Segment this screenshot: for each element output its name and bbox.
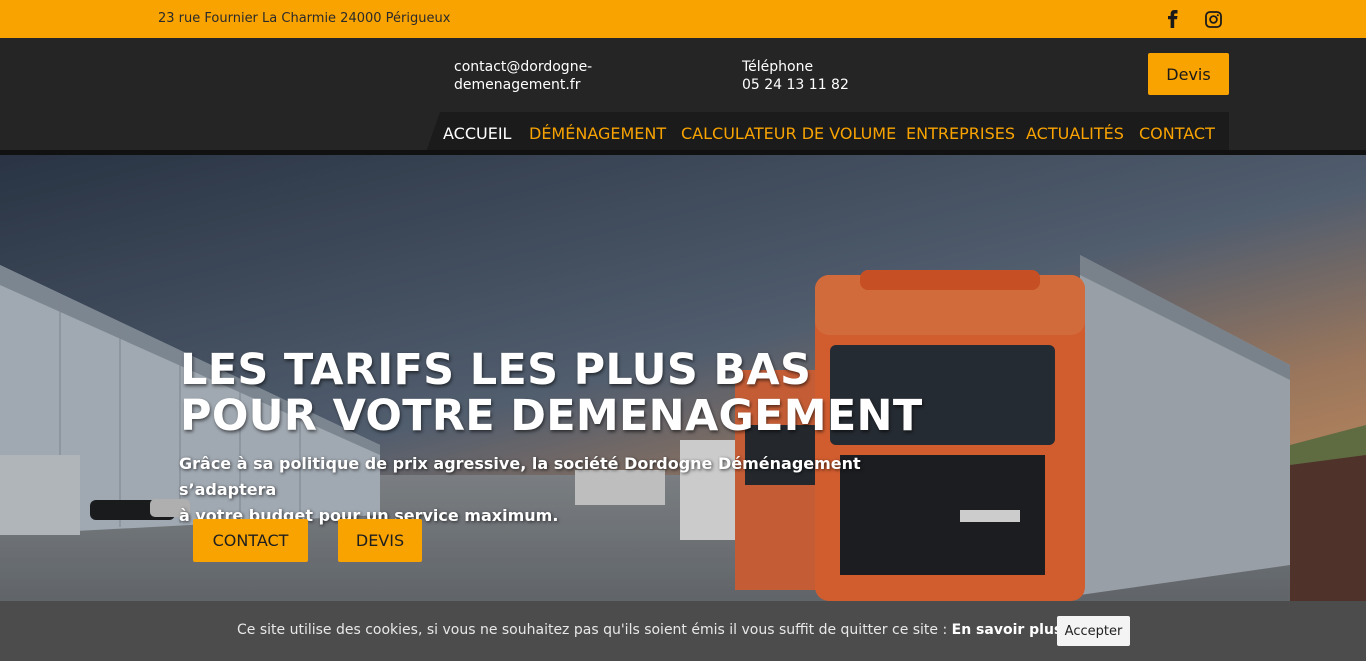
site-header: contact@dordogne-demenagement.fr Télépho… <box>0 38 1366 154</box>
nav-item-contact[interactable]: CONTACT <box>1139 124 1215 143</box>
nav-item-accueil[interactable]: ACCUEIL <box>443 124 511 143</box>
nav-item-demenagement[interactable]: DÉMÉNAGEMENT <box>529 124 666 143</box>
cookie-message-text: Ce site utilise des cookies, si vous ne … <box>237 622 952 638</box>
cookie-banner: Ce site utilise des cookies, si vous ne … <box>0 601 1366 661</box>
phone-label: Téléphone <box>742 59 814 75</box>
cookie-accept-button[interactable]: Accepter <box>1057 616 1130 646</box>
hero-title-line-2: POUR VOTRE DEMENAGEMENT <box>180 391 923 441</box>
phone-block: Téléphone 05 24 13 11 82 <box>742 58 849 94</box>
nav-item-actualites[interactable]: ACTUALITÉS <box>1026 124 1124 143</box>
phone-number-link[interactable]: 05 24 13 11 82 <box>742 76 849 94</box>
nav-item-calculateur-de-volume[interactable]: CALCULATEUR DE VOLUME <box>681 124 896 143</box>
hero-description-line-1: Grâce à sa politique de prix agressive, … <box>179 454 861 499</box>
cookie-message: Ce site utilise des cookies, si vous ne … <box>237 622 1068 638</box>
hero-section: LES TARIFS LES PLUS BAS POUR VOTRE DEMEN… <box>0 155 1366 601</box>
hero-contact-button[interactable]: CONTACT <box>193 519 308 562</box>
main-nav: ACCUEIL DÉMÉNAGEMENT CALCULATEUR DE VOLU… <box>426 112 1229 152</box>
hero-title: LES TARIFS LES PLUS BAS POUR VOTRE DEMEN… <box>180 347 940 439</box>
hero-title-line-1: LES TARIFS LES PLUS BAS <box>180 345 812 395</box>
hero-devis-button[interactable]: DEVIS <box>338 519 422 562</box>
facebook-icon[interactable] <box>1163 9 1183 29</box>
devis-button[interactable]: Devis <box>1148 53 1229 95</box>
top-bar: 23 rue Fournier La Charmie 24000 Périgue… <box>0 0 1366 38</box>
contact-email-link[interactable]: contact@dordogne-demenagement.fr <box>454 58 624 94</box>
address-text: 23 rue Fournier La Charmie 24000 Périgue… <box>158 11 451 26</box>
cookie-more-link[interactable]: En savoir plus. <box>952 622 1068 638</box>
nav-item-entreprises[interactable]: ENTREPRISES <box>906 124 1015 143</box>
hero-description: Grâce à sa politique de prix agressive, … <box>179 451 939 529</box>
instagram-icon[interactable] <box>1203 9 1223 29</box>
